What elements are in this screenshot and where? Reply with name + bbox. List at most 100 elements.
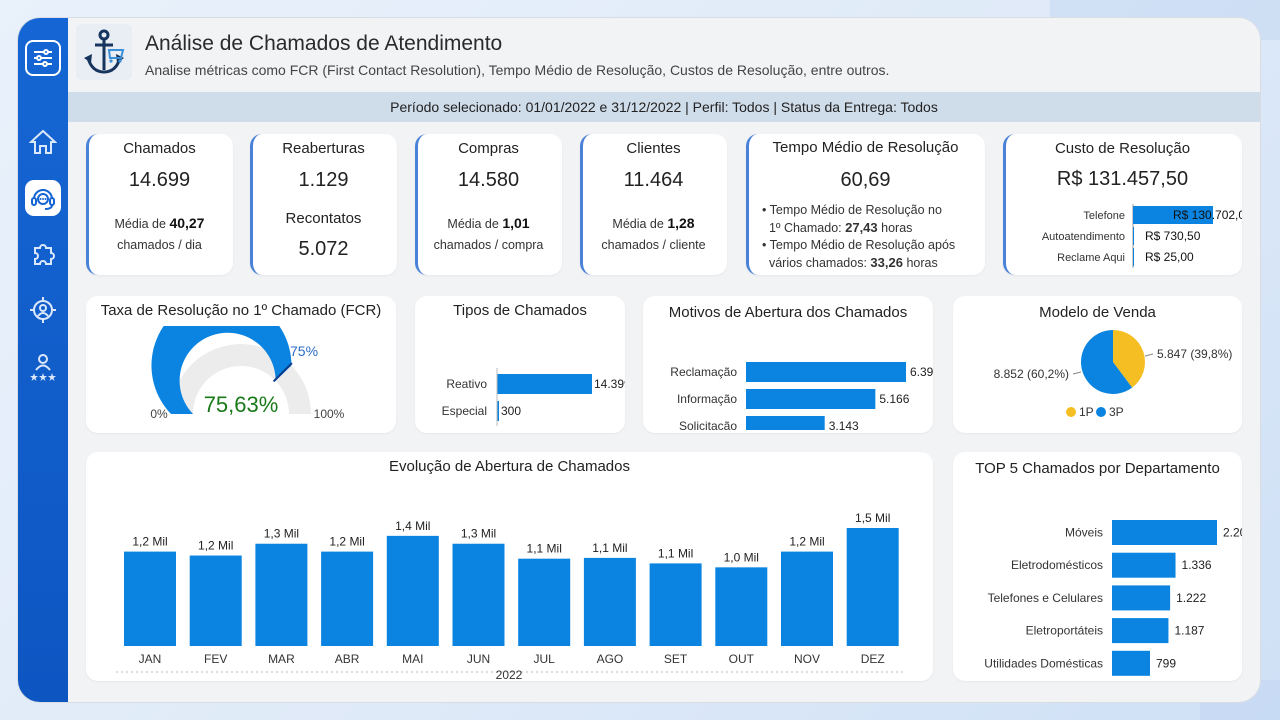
- x-tick-label: MAI: [402, 652, 423, 666]
- kpi-recontatos-value: 5.072: [298, 238, 349, 260]
- kpi-compras-label: Compras: [458, 140, 519, 157]
- users-stars-icon[interactable]: [25, 348, 61, 384]
- bullet-value: 27,43: [845, 220, 878, 235]
- category-label: Eletrodomésticos: [1011, 558, 1103, 572]
- legend-marker-3p: [1096, 407, 1106, 417]
- top5-chart-title: TOP 5 Chamados por Departamento: [975, 460, 1220, 477]
- kpi-recontatos-label: Recontatos: [285, 210, 362, 227]
- kpi-tempo-value: 60,69: [840, 169, 891, 191]
- bullet-text: 1º Chamado:: [768, 221, 842, 235]
- bar-out: [715, 567, 768, 646]
- evolucao-chart-card: Evolução de Abertura de Chamados 1,2 Mil…: [86, 452, 933, 681]
- sidebar: [18, 18, 68, 702]
- kpi-compras-value: 14.580: [457, 169, 520, 191]
- value-label: 1,1 Mil: [592, 541, 627, 555]
- kpi-clientes-label: Clientes: [626, 140, 681, 157]
- bar-jul: [518, 558, 571, 646]
- value-label: R$ 130.702,00: [1173, 208, 1242, 222]
- home-icon[interactable]: [25, 124, 61, 160]
- kpi-custo-label: Custo de Resolução: [1054, 140, 1191, 157]
- value-label: 3.143: [829, 419, 859, 430]
- page-title: Análise de Chamados de Atendimento: [145, 32, 503, 55]
- puzzle-icon[interactable]: [25, 236, 61, 272]
- category-label: Solicitação: [679, 419, 737, 430]
- x-tick-label: SET: [664, 652, 688, 666]
- kpi-chamados-avg: Média de 40,27 chamados / dia: [86, 213, 233, 256]
- bar: [1133, 248, 1134, 266]
- tipos-bar-chart: Reativo 14.399 Especial 300: [442, 368, 625, 426]
- bar: [1112, 552, 1176, 578]
- kpi-chamados-value: 14.699: [128, 169, 191, 191]
- kpi-clientes-avg: Média de 1,28 chamados / cliente: [580, 213, 727, 256]
- value-label: 1.187: [1174, 624, 1204, 638]
- category-label: Informação: [677, 392, 737, 406]
- filters-icon[interactable]: [25, 40, 61, 76]
- category-label: Reclame Aqui: [1057, 252, 1125, 264]
- value-label: 5.166: [879, 392, 909, 406]
- kpi-reaberturas-label: Reaberturas: [282, 140, 365, 157]
- value-label: 1.336: [1182, 558, 1212, 572]
- value-label: 14.399: [594, 377, 625, 391]
- x-tick-label: AGO: [597, 652, 624, 666]
- fcr-gauge: 75% 75,63% 0% 100%: [150, 326, 345, 421]
- page-subtitle: Analise métricas como FCR (First Contact…: [145, 62, 890, 78]
- x-tick-label: MAR: [268, 652, 295, 666]
- motivos-chart-title: Motivos de Abertura dos Chamados: [668, 304, 908, 321]
- avg-prefix: Média de: [447, 217, 499, 231]
- x-tick-label: JUN: [467, 652, 490, 666]
- bullet-value: 33,26: [870, 255, 903, 270]
- category-label: Reclamação: [670, 365, 737, 379]
- gauge-min-label: 0%: [150, 407, 168, 421]
- target-user-icon[interactable]: [25, 292, 61, 328]
- x-tick-label: NOV: [794, 652, 820, 666]
- x-tick-label: DEZ: [861, 652, 885, 666]
- avg-value: 40,27: [169, 215, 205, 231]
- bar: [746, 389, 876, 409]
- kpi-tempo-bullets: • Tempo Médio de Resolução no 1º Chamado…: [762, 202, 955, 272]
- bar-set: [649, 563, 702, 646]
- modelo-venda-card: Modelo de Venda 5.847 (39,8%) 8.852 (60,2…: [953, 296, 1242, 433]
- category-label: Autoatendimento: [1042, 231, 1125, 243]
- kpi-custo-card: Custo de Resolução R$ 131.457,50 Telefon…: [1003, 134, 1242, 275]
- category-label: Utilidades Domésticas: [984, 656, 1103, 670]
- top5-chart-card: TOP 5 Chamados por Departamento Móveis 2.…: [953, 452, 1242, 681]
- pie-leader-line: [1072, 371, 1082, 375]
- value-label: 1,2 Mil: [789, 535, 824, 549]
- value-label: 6.390: [910, 365, 933, 379]
- kpi-tempo-card: Tempo Médio de Resolução 60,69 • Tempo M…: [746, 134, 985, 275]
- support-headset-icon[interactable]: [25, 180, 61, 216]
- pie-label-1p: 5.847 (39,8%): [1157, 347, 1232, 361]
- x-tick-label: OUT: [729, 652, 755, 666]
- bar: [1112, 650, 1150, 676]
- bar-dez: [846, 528, 899, 646]
- category-label: Reativo: [446, 377, 487, 391]
- dashboard-frame: Análise de Chamados de Atendimento Anali…: [18, 18, 1260, 702]
- tempo-bullet-2: • Tempo Médio de Resolução após vários c…: [762, 238, 956, 270]
- category-label: Telefones e Celulares: [988, 591, 1103, 605]
- bar-fev: [189, 555, 242, 646]
- evolucao-chart-title: Evolução de Abertura de Chamados: [389, 458, 630, 475]
- value-label: 2.208: [1223, 526, 1242, 540]
- category-label: Eletroportáteis: [1026, 624, 1103, 638]
- gauge-target-label: 75%: [290, 343, 318, 359]
- kpi-custo-value: R$ 131.457,50: [1056, 168, 1189, 190]
- fcr-gauge-card: Taxa de Resolução no 1º Chamado (FCR) 75…: [86, 296, 396, 433]
- value-label: 1,5 Mil: [855, 511, 890, 525]
- value-label: 1,2 Mil: [198, 539, 233, 553]
- legend-label-1p: 1P: [1079, 405, 1094, 419]
- bar-nov: [781, 551, 833, 646]
- value-label: R$ 730,50: [1145, 229, 1201, 243]
- kpi-reaberturas-value: 1.129: [298, 169, 349, 191]
- anchor-cart-logo: [76, 24, 132, 80]
- bar: [1112, 520, 1217, 545]
- kpi-clientes-card: Clientes 11.464 Média de 1,28 chamados /…: [580, 134, 727, 275]
- bullet-unit: horas: [906, 256, 938, 270]
- kpi-compras-avg: Média de 1,01 chamados / compra: [415, 213, 562, 256]
- value-label: 1,3 Mil: [461, 527, 496, 541]
- x-tick-label: ABR: [335, 652, 360, 666]
- bar-mai: [386, 535, 439, 646]
- bullet-text: Tempo Médio de Resolução no: [769, 203, 942, 217]
- tipos-chart-title: Tipos de Chamados: [453, 302, 587, 319]
- bar: [746, 362, 906, 382]
- bar-abr: [321, 551, 374, 646]
